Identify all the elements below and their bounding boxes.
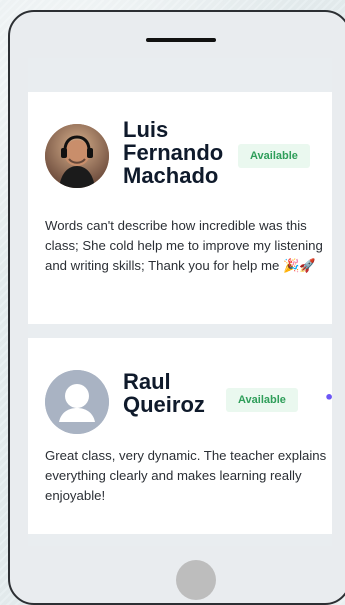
availability-badge: Available (226, 388, 298, 412)
user-photo-icon (45, 124, 109, 188)
availability-badge: Available (238, 144, 310, 168)
user-placeholder-icon (45, 370, 109, 434)
user-photo-icon-svg (45, 124, 109, 188)
phone-screen: Luis Fernando Machado Available Words ca… (28, 58, 332, 546)
user-placeholder-icon-svg (45, 370, 109, 434)
review-text: Words can't describe how incredible was … (45, 218, 323, 273)
review-text: Great class, very dynamic. The teacher e… (45, 448, 327, 503)
phone-speaker (146, 38, 216, 42)
more-options-icon[interactable]: ••• (324, 390, 332, 406)
home-button[interactable] (176, 560, 216, 600)
review-card: Luis Fernando Machado Available Words ca… (28, 92, 332, 324)
phone-frame: Luis Fernando Machado Available Words ca… (8, 10, 345, 605)
reviewer-name: Raul Queiroz (123, 369, 205, 417)
review-card: Raul Queiroz Available ••• Great class, … (28, 338, 332, 534)
reviewer-name: Luis Fernando Machado (123, 117, 224, 188)
